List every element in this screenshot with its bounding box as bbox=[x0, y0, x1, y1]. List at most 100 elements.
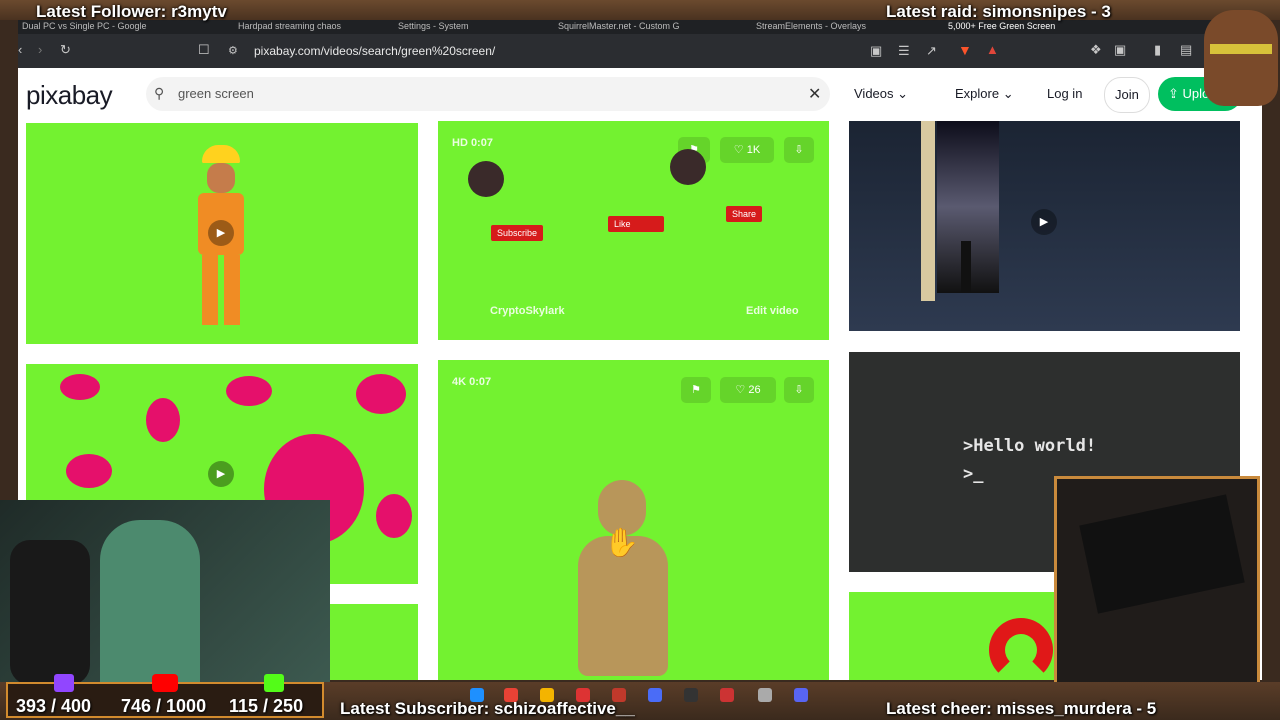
share-button-graphic: Share bbox=[726, 206, 763, 222]
latest-raid: Latest raid: simonsnipes - 3 bbox=[886, 2, 1111, 21]
heart-icon: ♡ bbox=[735, 384, 746, 396]
wallet-icon[interactable]: ▣ bbox=[1114, 42, 1126, 58]
door-frame bbox=[921, 121, 935, 301]
discord-icon[interactable] bbox=[794, 688, 808, 702]
heart-icon: ♡ bbox=[733, 144, 744, 156]
obs-icon[interactable] bbox=[684, 688, 698, 702]
media-type-label: Videos bbox=[854, 86, 894, 101]
download-icon[interactable]: ⇩ bbox=[784, 137, 814, 163]
reload-icon[interactable]: ↻ bbox=[60, 42, 71, 58]
browser-toolbar: ‹ › ↻ ☐ ⚙ pixabay.com/videos/search/gree… bbox=[18, 34, 1262, 68]
address-bar[interactable]: ⚙ pixabay.com/videos/search/green%20scre… bbox=[218, 38, 1038, 64]
streamer-silhouette bbox=[100, 520, 200, 685]
chrome-icon[interactable] bbox=[504, 688, 518, 702]
app-icon[interactable] bbox=[648, 688, 662, 702]
tab-1[interactable]: Dual PC vs Single PC - Google bbox=[22, 20, 172, 34]
like-button[interactable]: ♡ 26 bbox=[720, 377, 776, 403]
back-icon[interactable]: ‹ bbox=[18, 42, 22, 58]
petal bbox=[66, 454, 112, 488]
download-icon[interactable]: ⇩ bbox=[784, 377, 814, 403]
worker-head bbox=[207, 163, 235, 193]
share-icon[interactable]: ↗ bbox=[926, 43, 937, 59]
app-icon[interactable] bbox=[758, 688, 772, 702]
petal bbox=[376, 494, 412, 538]
bookmark-icon[interactable]: ⚑ bbox=[681, 377, 711, 403]
kick-goal-counter: 115 / 250 bbox=[229, 696, 304, 716]
author-name[interactable]: CryptoSkylark bbox=[490, 305, 565, 317]
video-camera-icon: ▶ bbox=[1031, 209, 1057, 235]
terminal-line-1: >Hello world! bbox=[963, 436, 1097, 456]
streamer-webcam bbox=[0, 500, 330, 685]
worker-leg-left bbox=[202, 255, 218, 325]
tab-5[interactable]: StreamElements - Overlays bbox=[756, 20, 886, 34]
window-icon[interactable]: ▤ bbox=[1180, 42, 1192, 58]
url-text: pixabay.com/videos/search/green%20screen… bbox=[254, 44, 496, 58]
twitch-goal-counter: 393 / 400 bbox=[16, 696, 92, 716]
video-meta: 4K 0:07 bbox=[452, 376, 492, 388]
chevron-down-icon: ⌄ bbox=[1002, 86, 1014, 101]
tab-2[interactable]: Hardpad streaming chaos bbox=[238, 20, 368, 34]
tab-3[interactable]: Settings - System bbox=[398, 20, 498, 34]
petal bbox=[356, 374, 406, 414]
video-camera-icon: ▶ bbox=[208, 220, 234, 246]
goal-counters: 393 / 400 746 / 1000 115 / 250 bbox=[6, 674, 324, 718]
join-button[interactable]: Join bbox=[1104, 77, 1150, 113]
file-explorer-icon[interactable] bbox=[540, 688, 554, 702]
chevron-down-icon: ⌄ bbox=[897, 86, 909, 101]
windows-start-icon[interactable] bbox=[470, 688, 484, 702]
extensions-icon[interactable]: ❖ bbox=[1090, 42, 1102, 58]
video-camera-icon: ▶ bbox=[208, 461, 234, 487]
like-count: 1K bbox=[746, 144, 761, 156]
search-input[interactable] bbox=[176, 85, 780, 102]
like-button-graphic: Like bbox=[608, 216, 664, 232]
forward-icon[interactable]: › bbox=[38, 42, 42, 58]
tab-bar: Dual PC vs Single PC - Google Hardpad st… bbox=[18, 20, 1262, 34]
media-type-dropdown[interactable]: Videos ⌄ bbox=[844, 77, 918, 111]
tab-4[interactable]: SquirrelMaster.net - Custom G bbox=[558, 20, 708, 34]
red-ring-shape bbox=[989, 618, 1053, 680]
worker-helmet bbox=[202, 145, 240, 163]
explore-menu[interactable]: Explore ⌄ bbox=[945, 77, 1024, 111]
clear-search-icon[interactable]: ✕ bbox=[808, 84, 821, 104]
desk-webcam bbox=[1054, 476, 1260, 692]
brave-rewards-icon[interactable]: ▲ bbox=[986, 42, 999, 58]
site-info-icon[interactable]: ⚙ bbox=[228, 43, 238, 59]
bookmark-icon[interactable]: ☐ bbox=[198, 42, 210, 58]
video-card-statue[interactable]: 4K 0:07 ⚑ ♡ 26 ⇩ ✋ bbox=[438, 360, 829, 680]
pixabay-logo[interactable]: pixabay bbox=[26, 80, 113, 111]
youtube-goal-counter: 746 / 1000 bbox=[121, 696, 207, 716]
reader-icon[interactable]: ☰ bbox=[898, 43, 910, 59]
keyboard bbox=[1079, 494, 1245, 614]
brave-shield-icon[interactable]: ▼ bbox=[958, 42, 972, 58]
site-header: pixabay ⚲ ✕ Videos ⌄ Explore ⌄ Log in Jo… bbox=[18, 68, 1262, 120]
petal bbox=[60, 374, 100, 400]
ninja-character bbox=[670, 149, 706, 185]
gaming-chair bbox=[10, 540, 90, 685]
taskbar bbox=[462, 688, 822, 708]
youtube-icon bbox=[152, 674, 178, 692]
app-icon[interactable] bbox=[720, 688, 734, 702]
edit-video-link[interactable]: Edit video bbox=[746, 305, 799, 317]
latest-cheer: Latest cheer: misses_murdera - 5 bbox=[886, 699, 1157, 718]
latest-follower: Latest Follower: r3mytv bbox=[36, 2, 227, 21]
app-icon[interactable] bbox=[576, 688, 590, 702]
like-button[interactable]: ♡ 1K bbox=[720, 137, 774, 163]
sidebar-icon[interactable]: ▮ bbox=[1154, 42, 1161, 58]
search-bar: ⚲ ✕ bbox=[146, 77, 830, 111]
video-card-ninja[interactable]: HD 0:07 ⚑ ♡ 1K ⇩ Subscribe Like Share Cr… bbox=[438, 121, 829, 340]
tab-6-active[interactable]: 5,000+ Free Green Screen bbox=[948, 20, 1078, 34]
petal bbox=[146, 398, 180, 442]
mascot-avatar bbox=[1204, 10, 1278, 106]
search-icon: ⚲ bbox=[154, 85, 165, 101]
upload-icon: ⇪ bbox=[1168, 86, 1179, 101]
cast-icon[interactable]: ▣ bbox=[870, 43, 882, 59]
subscribe-button-graphic: Subscribe bbox=[491, 225, 544, 241]
video-card-worker[interactable]: ▶ bbox=[26, 123, 418, 344]
ninja-character bbox=[468, 161, 504, 197]
mascot-headband bbox=[1210, 44, 1272, 54]
login-link[interactable]: Log in bbox=[1037, 77, 1092, 111]
like-count: 26 bbox=[748, 384, 761, 396]
voicemod-icon[interactable] bbox=[612, 688, 626, 702]
video-card-doorway[interactable]: ▶ bbox=[849, 121, 1240, 331]
twitch-icon bbox=[54, 674, 74, 692]
